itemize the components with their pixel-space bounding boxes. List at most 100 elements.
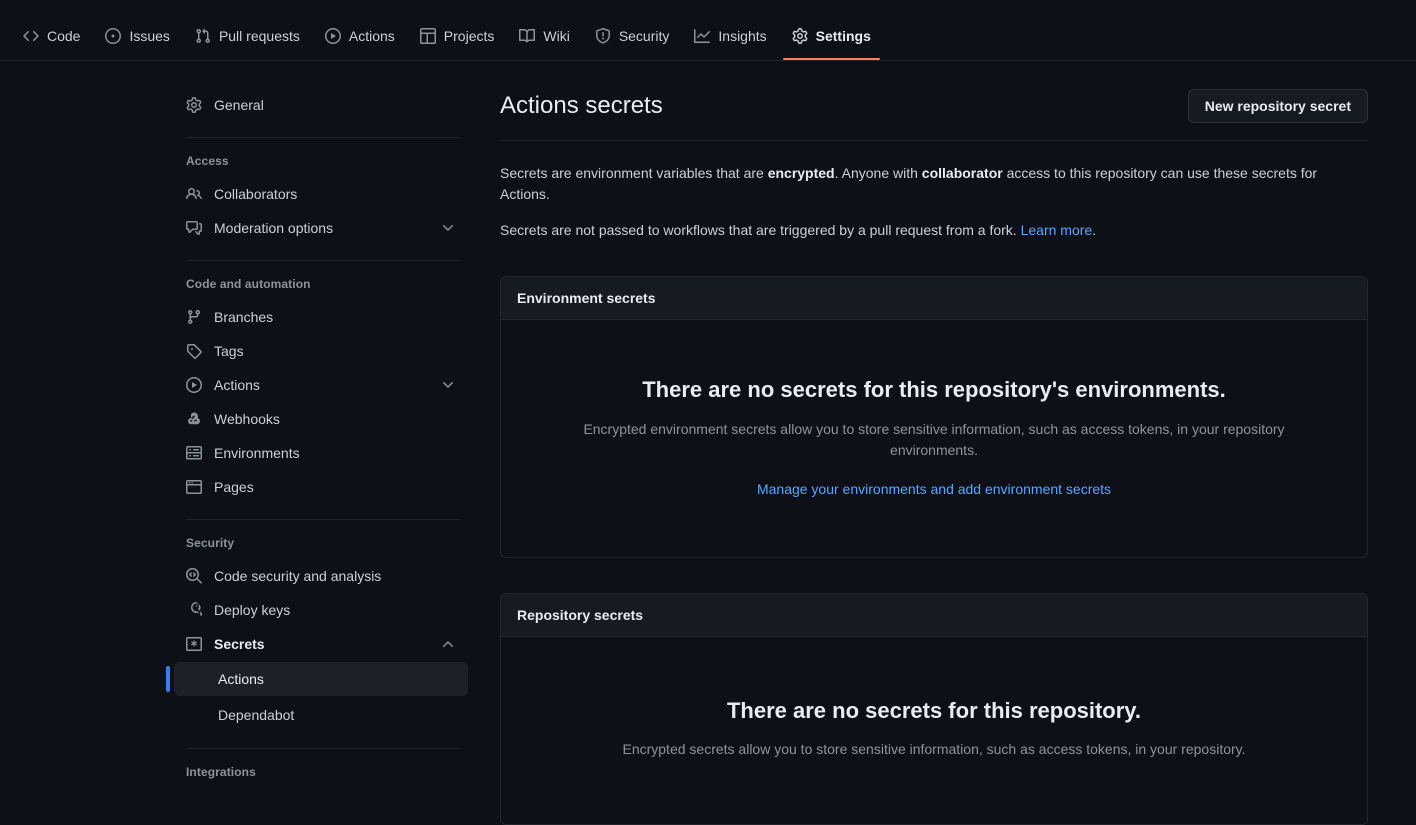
sidebar-item-secrets-label: Secrets [214, 636, 265, 652]
asterisk-box-icon [186, 636, 202, 652]
environment-secrets-box: Environment secrets There are no secrets… [500, 276, 1368, 558]
sidebar-item-deploy-keys-label: Deploy keys [214, 602, 291, 618]
desc1-part2: . Anyone with [834, 165, 922, 181]
browser-icon [186, 479, 202, 495]
sidebar-item-general[interactable]: General [170, 89, 468, 121]
sidebar-item-collaborators-label: Collaborators [214, 186, 298, 202]
chevron-down-icon[interactable] [440, 377, 456, 393]
sidebar-group-access-items: Collaborators Moderation options [170, 178, 468, 244]
nav-tab-wiki[interactable]: Wiki [510, 28, 578, 60]
table-icon [419, 28, 436, 44]
sidebar-subitem-dependabot[interactable]: Dependabot [174, 698, 468, 732]
comment-discussion-icon [186, 220, 202, 236]
issue-opened-icon [105, 28, 122, 44]
nav-tab-settings[interactable]: Settings [782, 28, 881, 60]
tag-icon [186, 343, 202, 359]
sidebar-group-security-title: Security [186, 536, 235, 550]
sidebar-item-code-security-and-analysis[interactable]: Code security and analysis [170, 560, 468, 592]
sidebar-subitem-dependabot-label: Dependabot [218, 707, 295, 723]
nav-tab-insights[interactable]: Insights [685, 28, 775, 60]
chevron-down-icon[interactable] [440, 220, 456, 236]
environment-secrets-body: There are no secrets for this repository… [501, 320, 1367, 557]
desc1-part1: Secrets are environment variables that a… [500, 165, 768, 181]
play-circle-icon [186, 377, 202, 393]
sidebar-item-tags[interactable]: Tags [170, 335, 468, 367]
settings-main-content: Actions secrets New repository secret Se… [500, 89, 1416, 825]
nav-tab-security[interactable]: Security [586, 28, 679, 60]
sidebar-divider-3 [186, 519, 460, 520]
sidebar-group-code-items: Branches Tags Actions Webhooks Environme… [170, 301, 468, 503]
nav-tab-issues-label: Issues [129, 28, 170, 44]
desc2-text: Secrets are not passed to workflows that… [500, 222, 1021, 238]
secrets-description-2: Secrets are not passed to workflows that… [500, 220, 1330, 241]
nav-tab-settings-label: Settings [815, 28, 871, 44]
repository-secrets-blank-title: There are no secrets for this repository… [726, 697, 1142, 723]
chevron-up-icon[interactable] [440, 636, 456, 652]
manage-environments-link[interactable]: Manage your environments and add environ… [757, 481, 1111, 497]
nav-tab-projects-label: Projects [443, 28, 495, 44]
environment-secrets-header: Environment secrets [501, 277, 1367, 320]
sidebar-item-branches[interactable]: Branches [170, 301, 468, 333]
sidebar-item-branches-label: Branches [214, 309, 274, 325]
environment-secrets-blank-sub: Encrypted environment secrets allow you … [583, 420, 1285, 458]
sidebar-divider-2 [186, 260, 460, 261]
sidebar-item-moderation-options[interactable]: Moderation options [170, 212, 468, 244]
nav-tab-wiki-label: Wiki [543, 28, 570, 44]
git-branch-icon [186, 309, 202, 325]
repository-secrets-header: Repository secrets [501, 593, 1367, 637]
sidebar-item-environments[interactable]: Environments [170, 437, 468, 469]
nav-tab-actions[interactable]: Actions [316, 28, 404, 60]
sidebar-item-actions-label: Actions [214, 377, 260, 393]
code-icon [23, 28, 39, 44]
nav-tab-actions-label: Actions [348, 28, 395, 44]
environment-secrets-blank-title: There are no secrets for this repository… [642, 377, 1226, 402]
repository-nav: Code Issues Pull requests Actions Projec [0, 0, 1416, 61]
sidebar-item-tags-label: Tags [214, 343, 244, 359]
nav-tab-code[interactable]: Code [14, 28, 89, 60]
sidebar-item-secrets[interactable]: Secrets [170, 628, 468, 660]
page-title: Actions secrets [500, 92, 663, 119]
sidebar-subitem-actions-label: Actions [218, 671, 264, 687]
repository-secrets-blank-sub: Encrypted secrets allow you to store sen… [622, 741, 1246, 758]
sidebar-divider-1 [186, 137, 460, 138]
nav-tab-code-label: Code [47, 28, 81, 44]
play-circle-icon [324, 28, 341, 44]
nav-tab-projects[interactable]: Projects [411, 28, 504, 60]
graph-icon [694, 28, 711, 44]
repository-secrets-box: Repository secrets There are no secrets … [500, 592, 1368, 825]
sidebar-item-deploy-keys[interactable]: Deploy keys [170, 594, 468, 626]
sidebar-divider-4 [186, 748, 460, 749]
learn-more-link[interactable]: Learn more [1021, 222, 1093, 238]
shield-icon [595, 28, 611, 44]
webhook-icon [186, 411, 202, 427]
nav-tab-security-label: Security [618, 28, 670, 44]
main-header: Actions secrets New repository secret [500, 89, 1368, 141]
sidebar-group-access-title: Access [186, 154, 229, 168]
sidebar-item-general-label: General [214, 97, 264, 113]
nav-tab-insights-label: Insights [718, 28, 767, 44]
gear-icon [792, 28, 808, 44]
sidebar-subitem-actions[interactable]: Actions [166, 662, 468, 696]
settings-sidebar: General Access Collaborators Moderation … [166, 89, 500, 825]
nav-tab-pull-requests-label: Pull requests [218, 28, 300, 44]
sidebar-item-actions[interactable]: Actions [170, 369, 468, 401]
sidebar-item-code-security-label: Code security and analysis [214, 568, 382, 584]
desc2-after: . [1092, 222, 1097, 238]
sidebar-item-webhooks[interactable]: Webhooks [170, 403, 468, 435]
repository-nav-items: Code Issues Pull requests Actions Projec [14, 28, 887, 60]
nav-tab-issues[interactable]: Issues [96, 28, 178, 60]
nav-tab-pull-requests[interactable]: Pull requests [186, 28, 309, 60]
gear-icon [186, 97, 202, 113]
sidebar-item-webhooks-label: Webhooks [214, 411, 280, 427]
desc1-bold-collaborator: collaborator [921, 165, 1003, 181]
book-icon [519, 28, 536, 44]
sidebar-item-pages[interactable]: Pages [170, 471, 468, 503]
sidebar-item-environments-label: Environments [214, 445, 300, 461]
server-icon [186, 445, 202, 461]
sidebar-item-pages-label: Pages [214, 479, 254, 495]
desc1-bold-encrypted: encrypted [767, 165, 835, 181]
new-repository-secret-button[interactable]: New repository secret [1187, 89, 1368, 123]
sidebar-group-integrations-title: Integrations [186, 765, 256, 779]
codescan-icon [186, 568, 202, 584]
sidebar-item-collaborators[interactable]: Collaborators [170, 178, 468, 210]
